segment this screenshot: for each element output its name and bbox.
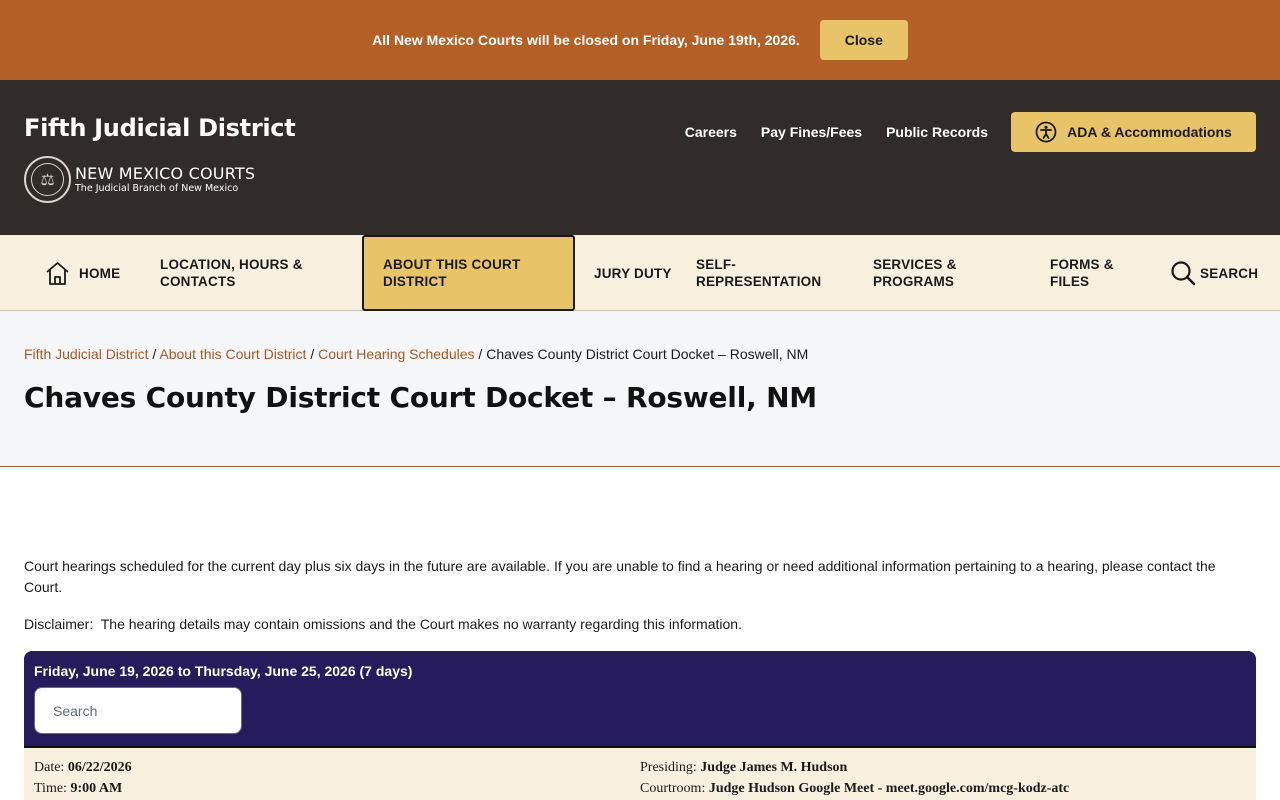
hearing-date-value: 06/22/2026 <box>67 760 132 775</box>
brand-subtitle: The Judicial Branch of New Mexico <box>75 183 239 194</box>
disclaimer-text: Disclaimer: The hearing details may cont… <box>24 616 742 632</box>
breadcrumb-link-schedules[interactable]: Court Hearing Schedules <box>318 346 474 362</box>
nav-home[interactable]: HOME <box>44 235 120 311</box>
hearing-time-label: Time: <box>34 781 67 796</box>
hearing-date: Date: 06/22/2026 <box>34 757 132 778</box>
nav-location[interactable]: LOCATION, HOURS & CONTACTS <box>160 235 340 311</box>
closure-alert-banner: All New Mexico Courts will be closed on … <box>0 0 1280 80</box>
careers-link[interactable]: Careers <box>685 124 737 140</box>
breadcrumb: Fifth Judicial District / About this Cou… <box>24 346 808 362</box>
breadcrumb-link-home[interactable]: Fifth Judicial District <box>24 346 148 362</box>
docket-entry: Date: 06/22/2026 Time: 9:00 AM Presiding… <box>24 746 1256 800</box>
search-icon <box>1171 261 1196 286</box>
presiding-value: Judge James M. Hudson <box>700 760 848 775</box>
courtroom-label: Courtroom: <box>640 781 706 796</box>
docket-search-input[interactable] <box>34 687 242 734</box>
nav-self-representation[interactable]: SELF-REPRESENTATION <box>696 235 846 311</box>
page-title: Chaves County District Court Docket – Ro… <box>24 381 817 414</box>
breadcrumb-separator: / <box>152 346 157 362</box>
court-seal-icon: ⚖ <box>24 156 71 203</box>
brand-name: NEW MEXICO COURTS <box>75 164 256 183</box>
nav-home-label: HOME <box>79 265 121 281</box>
breadcrumb-current: Chaves County District Court Docket – Ro… <box>486 346 809 362</box>
courtroom: Courtroom: Judge Hudson Google Meet - me… <box>640 778 1069 799</box>
utility-links: Careers Pay Fines/Fees Public Records <box>685 124 988 140</box>
home-icon <box>46 261 69 285</box>
breadcrumb-separator: / <box>478 346 483 362</box>
accessibility-icon <box>1035 121 1057 143</box>
nav-about[interactable]: ABOUT THIS COURT DISTRICT <box>362 235 575 311</box>
courtroom-value: Judge Hudson Google Meet - meet.google.c… <box>708 781 1070 796</box>
page-header-band: Fifth Judicial District / About this Cou… <box>0 311 1280 467</box>
nm-courts-logo[interactable]: ⚖ NEW MEXICO COURTS The Judicial Branch … <box>24 156 255 203</box>
presiding-judge: Presiding: Judge James M. Hudson <box>640 757 847 778</box>
alert-close-button[interactable]: Close <box>819 20 908 60</box>
nav-services[interactable]: SERVICES & PROGRAMS <box>873 235 1003 311</box>
docket-header: Friday, June 19, 2026 to Thursday, June … <box>24 651 1256 746</box>
main-nav: HOME LOCATION, HOURS & CONTACTS ABOUT TH… <box>0 235 1280 311</box>
site-title[interactable]: Fifth Judicial District <box>24 114 296 142</box>
nav-jury-duty[interactable]: JURY DUTY <box>594 235 674 311</box>
breadcrumb-separator: / <box>310 346 315 362</box>
breadcrumb-link-about[interactable]: About this Court District <box>159 346 306 362</box>
ada-accommodations-button[interactable]: ADA & Accommodations <box>1011 112 1256 152</box>
intro-text: Court hearings scheduled for the current… <box>24 558 1216 595</box>
pay-fines-link[interactable]: Pay Fines/Fees <box>761 124 862 140</box>
hearing-time-value: 9:00 AM <box>70 781 123 796</box>
nav-search-label: SEARCH <box>1200 265 1259 281</box>
presiding-label: Presiding: <box>640 760 697 775</box>
hearing-date-label: Date: <box>34 760 65 775</box>
public-records-link[interactable]: Public Records <box>886 124 988 140</box>
alert-message: All New Mexico Courts will be closed on … <box>372 32 800 48</box>
nav-forms[interactable]: FORMS & FILES <box>1050 235 1150 311</box>
hearing-time: Time: 9:00 AM <box>34 778 122 799</box>
docket-date-range: Friday, June 19, 2026 to Thursday, June … <box>34 663 413 679</box>
ada-label: ADA & Accommodations <box>1067 124 1232 140</box>
nav-search[interactable]: SEARCH <box>1170 235 1258 311</box>
site-header: Fifth Judicial District ⚖ NEW MEXICO COU… <box>0 80 1280 235</box>
